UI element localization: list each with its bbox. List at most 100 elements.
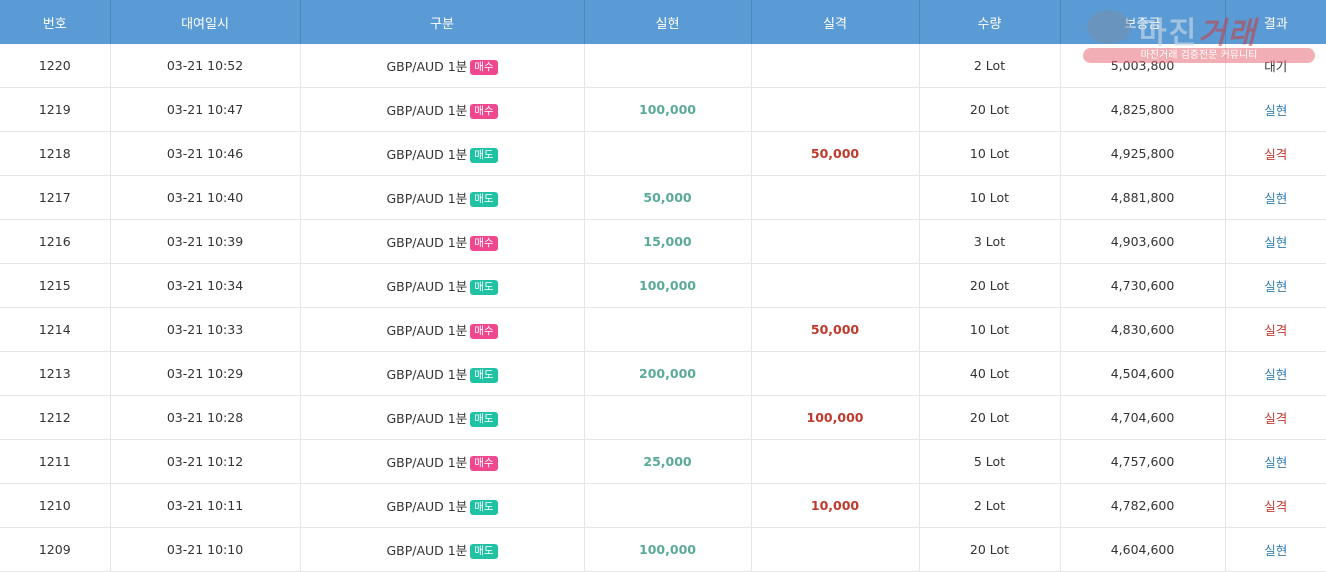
cell-type: GBP/AUD 1분 매수 (300, 219, 585, 264)
cell-num-value: 1215 (38, 278, 71, 293)
cell-num-value: 1218 (38, 146, 71, 161)
table-row: 1215 03-21 10:34 GBP/AUD 1분 매도 100,000 20 Lot… (0, 263, 1326, 308)
table-row: 1213 03-21 10:29 GBP/AUD 1분 매도 200,000 40 Lot… (0, 351, 1326, 396)
cell-margin: 4,825,800 (1060, 87, 1226, 132)
cell-qty-value: 20 Lot (969, 542, 1010, 557)
cell-qty-value: 2 Lot (973, 58, 1006, 73)
cell-result-value: 실현 (1264, 191, 1288, 206)
table-row: 1220 03-21 10:52 GBP/AUD 1분 매수 2 Lot 5,003,80… (0, 44, 1326, 88)
cell-num: 1211 (0, 439, 111, 484)
symbol-label: GBP/AUD 1분 (386, 235, 468, 250)
header-result: 결과 (1225, 0, 1326, 44)
cell-date-value: 03-21 10:11 (166, 498, 244, 513)
cell-num-value: 1220 (38, 58, 71, 73)
cell-margin: 4,730,600 (1060, 263, 1226, 308)
sell-badge: 매도 (470, 412, 498, 427)
cell-loss (751, 219, 920, 264)
cell-profit (584, 395, 752, 440)
cell-result: 실격 (1225, 483, 1326, 528)
cell-profit: 25,000 (584, 439, 752, 484)
cell-date: 03-21 10:12 (110, 439, 301, 484)
cell-date-value: 03-21 10:47 (166, 102, 244, 117)
cell-margin: 4,757,600 (1060, 439, 1226, 484)
symbol-label: GBP/AUD 1분 (386, 191, 468, 206)
cell-loss (751, 527, 920, 572)
cell-result: 실현 (1225, 439, 1326, 484)
cell-result-value: 실격 (1264, 147, 1288, 162)
cell-profit-value: 25,000 (643, 454, 692, 469)
cell-profit: 100,000 (584, 263, 752, 308)
symbol-label: GBP/AUD 1분 (386, 147, 468, 162)
cell-loss (751, 87, 920, 132)
cell-result: 대기 (1225, 44, 1326, 88)
table-row: 1218 03-21 10:46 GBP/AUD 1분 매도 50,000 10 Lot 4… (0, 131, 1326, 176)
table-row: 1219 03-21 10:47 GBP/AUD 1분 매수 100,000 20 Lot… (0, 87, 1326, 132)
cell-date: 03-21 10:33 (110, 307, 301, 352)
cell-date: 03-21 10:52 (110, 44, 301, 88)
cell-profit: 15,000 (584, 219, 752, 264)
cell-result: 실현 (1225, 175, 1326, 220)
cell-num: 1209 (0, 527, 111, 572)
cell-date-value: 03-21 10:10 (166, 542, 244, 557)
cell-date: 03-21 10:39 (110, 219, 301, 264)
cell-num-value: 1219 (38, 102, 71, 117)
cell-date-value: 03-21 10:39 (166, 234, 244, 249)
cell-result: 실격 (1225, 307, 1326, 352)
cell-qty-value: 2 Lot (973, 498, 1006, 513)
cell-qty: 20 Lot (919, 263, 1061, 308)
cell-num: 1219 (0, 87, 111, 132)
cell-profit-value: 15,000 (643, 234, 692, 249)
cell-num: 1216 (0, 219, 111, 264)
cell-result-value: 실현 (1264, 279, 1288, 294)
cell-qty-value: 3 Lot (973, 234, 1006, 249)
cell-profit-value: 50,000 (643, 190, 692, 205)
cell-date: 03-21 10:40 (110, 175, 301, 220)
cell-type: GBP/AUD 1분 매도 (300, 175, 585, 220)
cell-num: 1213 (0, 351, 111, 396)
cell-margin: 4,830,600 (1060, 307, 1226, 352)
sell-badge: 매도 (470, 192, 498, 207)
cell-num-value: 1211 (38, 454, 71, 469)
cell-num-value: 1209 (38, 542, 71, 557)
cell-num: 1214 (0, 307, 111, 352)
cell-profit: 100,000 (584, 527, 752, 572)
table-header-row: 번호 대여일시 구분 실현 실격 수량 보증금 결과 (0, 0, 1326, 44)
trade-history-table: 번호 대여일시 구분 실현 실격 수량 보증금 결과 1220 03-21 10:… (0, 0, 1326, 572)
cell-qty-value: 20 Lot (969, 102, 1010, 117)
cell-type: GBP/AUD 1분 매도 (300, 263, 585, 308)
cell-profit (584, 131, 752, 176)
cell-date-value: 03-21 10:34 (166, 278, 244, 293)
cell-profit (584, 483, 752, 528)
cell-qty: 20 Lot (919, 527, 1061, 572)
cell-date: 03-21 10:11 (110, 483, 301, 528)
cell-num-value: 1216 (38, 234, 71, 249)
cell-date: 03-21 10:46 (110, 131, 301, 176)
cell-qty: 10 Lot (919, 307, 1061, 352)
cell-result: 실현 (1225, 351, 1326, 396)
cell-qty: 40 Lot (919, 351, 1061, 396)
cell-num-value: 1217 (38, 190, 71, 205)
cell-loss: 10,000 (751, 483, 920, 528)
cell-num-value: 1212 (38, 410, 71, 425)
cell-margin-value: 4,782,600 (1110, 498, 1175, 513)
cell-margin-value: 5,003,800 (1110, 58, 1175, 73)
cell-num: 1212 (0, 395, 111, 440)
cell-qty: 5 Lot (919, 439, 1061, 484)
cell-date: 03-21 10:34 (110, 263, 301, 308)
cell-type: GBP/AUD 1분 매도 (300, 131, 585, 176)
cell-margin-value: 4,604,600 (1110, 542, 1175, 557)
cell-result: 실현 (1225, 87, 1326, 132)
cell-result: 실격 (1225, 395, 1326, 440)
cell-margin-value: 4,730,600 (1110, 278, 1175, 293)
cell-date-value: 03-21 10:46 (166, 146, 244, 161)
cell-margin: 4,604,600 (1060, 527, 1226, 572)
sell-badge: 매도 (470, 368, 498, 383)
symbol-label: GBP/AUD 1분 (386, 279, 468, 294)
cell-qty: 10 Lot (919, 131, 1061, 176)
header-margin: 보증금 (1060, 0, 1226, 44)
cell-date-value: 03-21 10:40 (166, 190, 244, 205)
cell-num-value: 1213 (38, 366, 71, 381)
cell-profit-value: 100,000 (639, 278, 696, 293)
sell-badge: 매도 (470, 280, 498, 295)
cell-loss (751, 263, 920, 308)
